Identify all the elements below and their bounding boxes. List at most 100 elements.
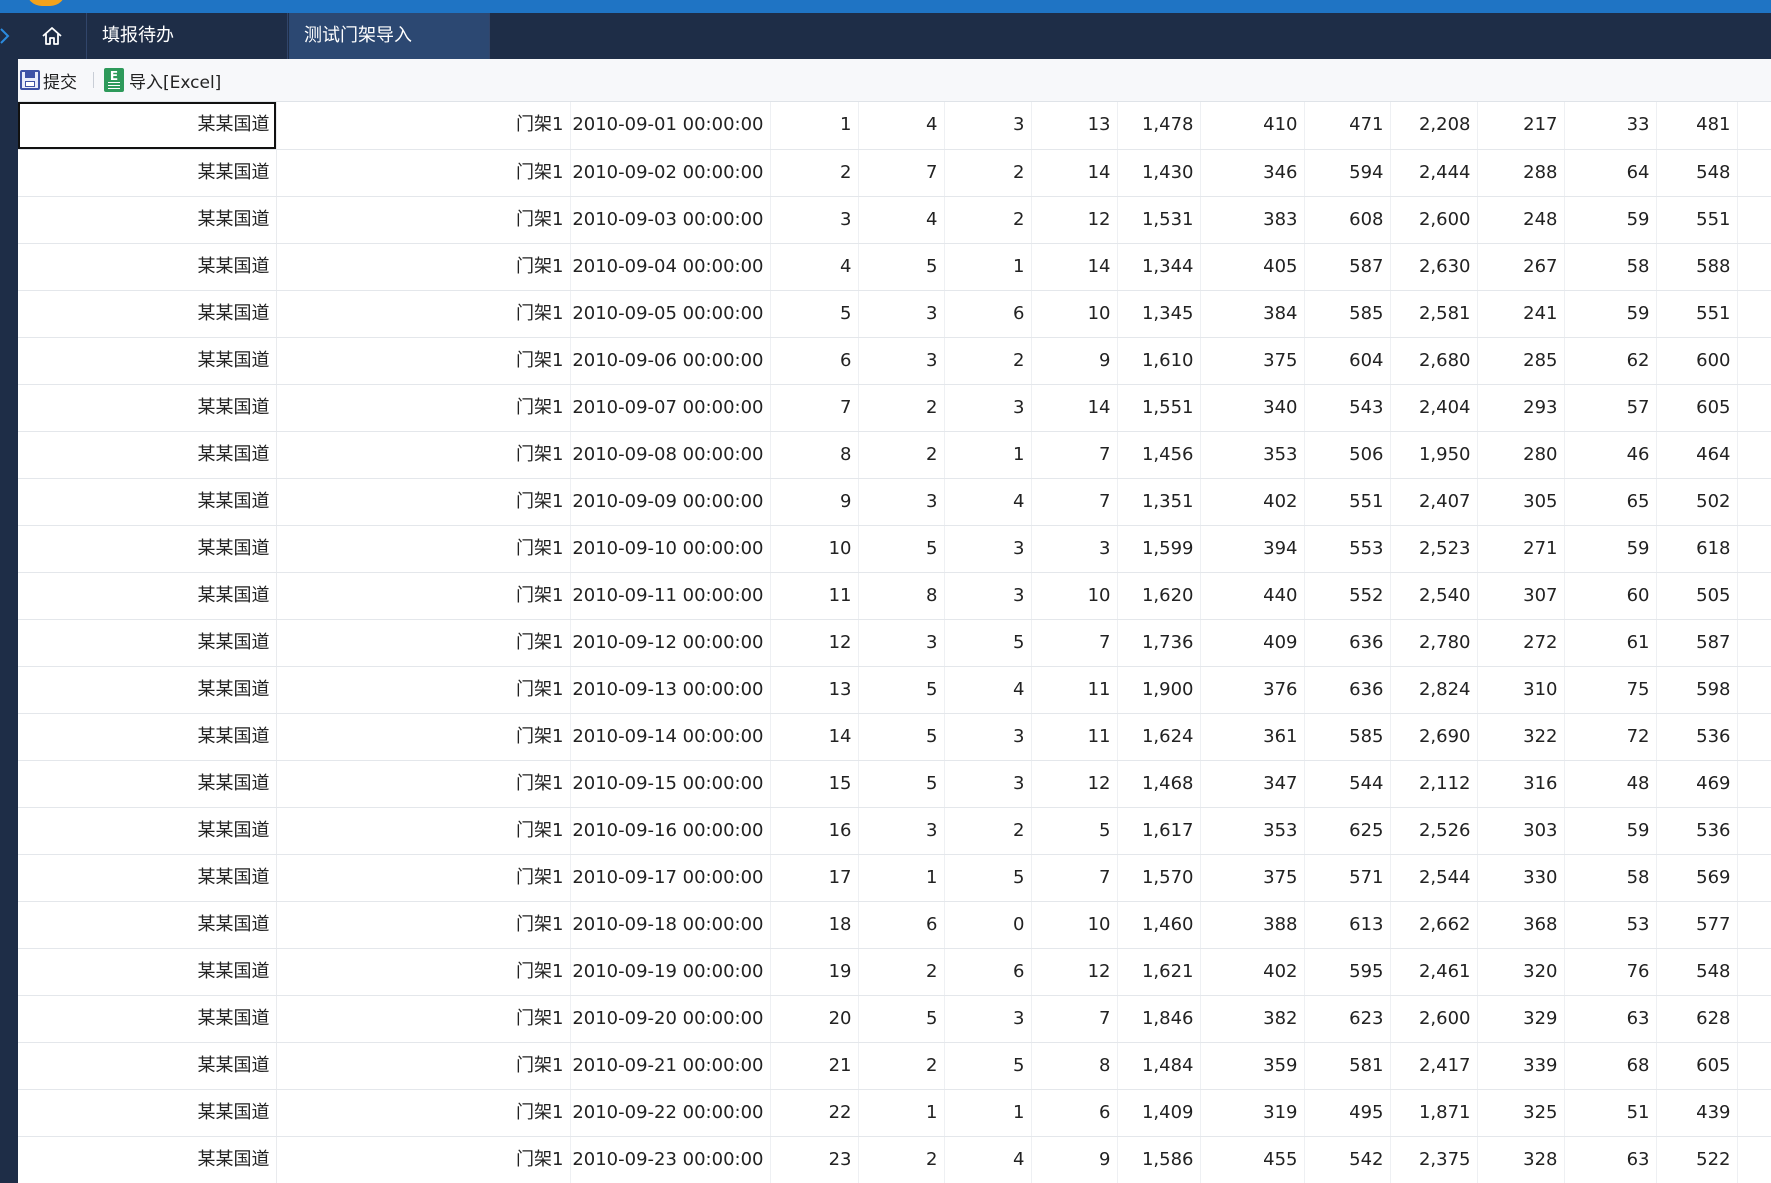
table-cell[interactable]: 2,690 bbox=[1390, 713, 1478, 761]
tab-home[interactable] bbox=[18, 13, 87, 59]
table-row[interactable]: 某某国道 门架1 2010-09-05 00:00:00 5 3 6 10 1,345 384 5… bbox=[18, 290, 1771, 338]
table-cell[interactable]: 2,630 bbox=[1390, 243, 1478, 291]
table-cell[interactable]: 1 bbox=[858, 1089, 945, 1137]
table-cell[interactable]: 某某国道 bbox=[18, 1042, 277, 1090]
table-row[interactable]: 某某国道 门架1 2010-09-19 00:00:00 19 2 6 12 1,621 402… bbox=[18, 948, 1771, 996]
table-cell[interactable]: 2,600 bbox=[1390, 995, 1478, 1043]
table-cell[interactable]: 536 bbox=[1656, 713, 1738, 761]
table-cell[interactable]: 280 bbox=[1477, 431, 1565, 479]
table-cell[interactable]: 1,344 bbox=[1117, 243, 1201, 291]
table-cell[interactable]: 3 bbox=[858, 337, 945, 385]
table-cell[interactable]: 361 bbox=[1200, 713, 1305, 761]
table-cell[interactable]: 1,950 bbox=[1390, 431, 1478, 479]
table-row[interactable]: 某某国道 门架1 2010-09-22 00:00:00 22 1 1 6 1,409 319 4… bbox=[18, 1089, 1771, 1137]
table-cell[interactable]: 12 bbox=[1031, 760, 1118, 808]
table-cell[interactable]: 2,662 bbox=[1390, 901, 1478, 949]
table-cell[interactable]: 4 bbox=[944, 666, 1032, 714]
table-cell[interactable]: 551 bbox=[1656, 196, 1738, 244]
table-cell[interactable]: 65 bbox=[1564, 478, 1657, 526]
table-row[interactable]: 某某国道 门架1 2010-09-14 00:00:00 14 5 3 11 1,624 361… bbox=[18, 713, 1771, 761]
table-cell[interactable]: 605 bbox=[1656, 384, 1738, 432]
table-cell[interactable]: 51 bbox=[1564, 1089, 1657, 1137]
table-cell[interactable]: 303 bbox=[1477, 807, 1565, 855]
table-cell[interactable]: 14 bbox=[1031, 384, 1118, 432]
table-cell[interactable]: 5 bbox=[770, 290, 859, 338]
table-row[interactable]: 某某国道 门架1 2010-09-23 00:00:00 23 2 4 9 1,586 455 5… bbox=[18, 1136, 1771, 1183]
table-cell[interactable]: 569 bbox=[1656, 854, 1738, 902]
table-cell[interactable]: 12 bbox=[770, 619, 859, 667]
table-cell[interactable]: 22 bbox=[770, 1089, 859, 1137]
table-cell[interactable]: 19 bbox=[770, 948, 859, 996]
table-row[interactable]: 某某国道 门架1 2010-09-17 00:00:00 17 1 5 7 1,570 375 5… bbox=[18, 854, 1771, 902]
table-cell[interactable]: 某某国道 bbox=[18, 619, 277, 667]
table-cell[interactable]: 340 bbox=[1200, 384, 1305, 432]
table-cell[interactable]: 455 bbox=[1200, 1136, 1305, 1183]
submit-button[interactable]: 提交 bbox=[20, 65, 77, 95]
table-cell[interactable]: 571 bbox=[1304, 854, 1391, 902]
table-cell[interactable]: 502 bbox=[1656, 478, 1738, 526]
table-cell[interactable]: 5 bbox=[858, 525, 945, 573]
table-cell[interactable]: 353 bbox=[1200, 807, 1305, 855]
table-cell[interactable]: 2010-09-07 00:00:00 bbox=[570, 384, 771, 432]
table-cell[interactable]: 319 bbox=[1200, 1089, 1305, 1137]
table-cell[interactable]: 542 bbox=[1304, 1136, 1391, 1183]
table-cell[interactable]: 3 bbox=[770, 196, 859, 244]
table-cell[interactable]: 608 bbox=[1304, 196, 1391, 244]
table-cell[interactable]: 405 bbox=[1200, 243, 1305, 291]
table-cell[interactable]: 门架1 bbox=[276, 666, 571, 714]
table-cell[interactable]: 2,540 bbox=[1390, 572, 1478, 620]
table-cell[interactable]: 625 bbox=[1304, 807, 1391, 855]
table-cell[interactable]: 346 bbox=[1200, 149, 1305, 197]
table-cell[interactable]: 1,484 bbox=[1117, 1042, 1201, 1090]
table-cell[interactable]: 410 bbox=[1200, 102, 1305, 150]
table-cell[interactable]: 2010-09-13 00:00:00 bbox=[570, 666, 771, 714]
table-cell[interactable]: 2,404 bbox=[1390, 384, 1478, 432]
table-cell[interactable]: 59 bbox=[1564, 807, 1657, 855]
table-cell[interactable]: 1,460 bbox=[1117, 901, 1201, 949]
table-cell[interactable]: 375 bbox=[1200, 854, 1305, 902]
table-cell[interactable]: 3 bbox=[858, 619, 945, 667]
table-cell[interactable]: 46 bbox=[1564, 431, 1657, 479]
table-cell[interactable]: 217 bbox=[1477, 102, 1565, 150]
table-cell[interactable]: 门架1 bbox=[276, 948, 571, 996]
table-cell[interactable]: 20 bbox=[770, 995, 859, 1043]
table-cell[interactable]: 600 bbox=[1656, 337, 1738, 385]
table-cell[interactable]: 2010-09-23 00:00:00 bbox=[570, 1136, 771, 1183]
table-cell[interactable]: 7 bbox=[1031, 854, 1118, 902]
table-cell[interactable]: 63 bbox=[1564, 995, 1657, 1043]
table-cell[interactable]: 3 bbox=[944, 384, 1032, 432]
table-cell[interactable]: 门架1 bbox=[276, 572, 571, 620]
table-cell[interactable]: 2010-09-19 00:00:00 bbox=[570, 948, 771, 996]
table-cell[interactable]: 60 bbox=[1564, 572, 1657, 620]
table-cell[interactable]: 328 bbox=[1477, 1136, 1565, 1183]
table-cell[interactable]: 某某国道 bbox=[18, 1136, 277, 1183]
table-cell[interactable]: 587 bbox=[1656, 619, 1738, 667]
table-cell[interactable]: 272 bbox=[1477, 619, 1565, 667]
table-cell[interactable]: 62 bbox=[1564, 337, 1657, 385]
table-cell[interactable]: 2010-09-21 00:00:00 bbox=[570, 1042, 771, 1090]
table-cell[interactable]: 536 bbox=[1656, 807, 1738, 855]
table-cell[interactable]: 门架1 bbox=[276, 807, 571, 855]
table-cell[interactable]: 469 bbox=[1656, 760, 1738, 808]
table-cell[interactable]: 248 bbox=[1477, 196, 1565, 244]
table-cell[interactable]: 10 bbox=[1031, 572, 1118, 620]
table-cell[interactable]: 8 bbox=[770, 431, 859, 479]
table-cell[interactable]: 1,846 bbox=[1117, 995, 1201, 1043]
table-cell[interactable]: 1 bbox=[944, 431, 1032, 479]
table-cell[interactable]: 某某国道 bbox=[18, 901, 277, 949]
table-cell[interactable]: 门架1 bbox=[276, 1136, 571, 1183]
table-cell[interactable]: 288 bbox=[1477, 149, 1565, 197]
table-cell[interactable]: 636 bbox=[1304, 666, 1391, 714]
table-cell[interactable]: 14 bbox=[1031, 149, 1118, 197]
table-cell[interactable]: 2010-09-02 00:00:00 bbox=[570, 149, 771, 197]
table-cell[interactable]: 4 bbox=[858, 196, 945, 244]
table-cell[interactable]: 63 bbox=[1564, 1136, 1657, 1183]
table-cell[interactable]: 3 bbox=[944, 102, 1032, 150]
table-cell[interactable]: 12 bbox=[1031, 196, 1118, 244]
table-cell[interactable]: 2,208 bbox=[1390, 102, 1478, 150]
table-cell[interactable]: 598 bbox=[1656, 666, 1738, 714]
table-cell[interactable]: 10 bbox=[1031, 901, 1118, 949]
table-cell[interactable]: 1,871 bbox=[1390, 1089, 1478, 1137]
table-cell[interactable]: 409 bbox=[1200, 619, 1305, 667]
table-cell[interactable]: 某某国道 bbox=[18, 149, 277, 197]
